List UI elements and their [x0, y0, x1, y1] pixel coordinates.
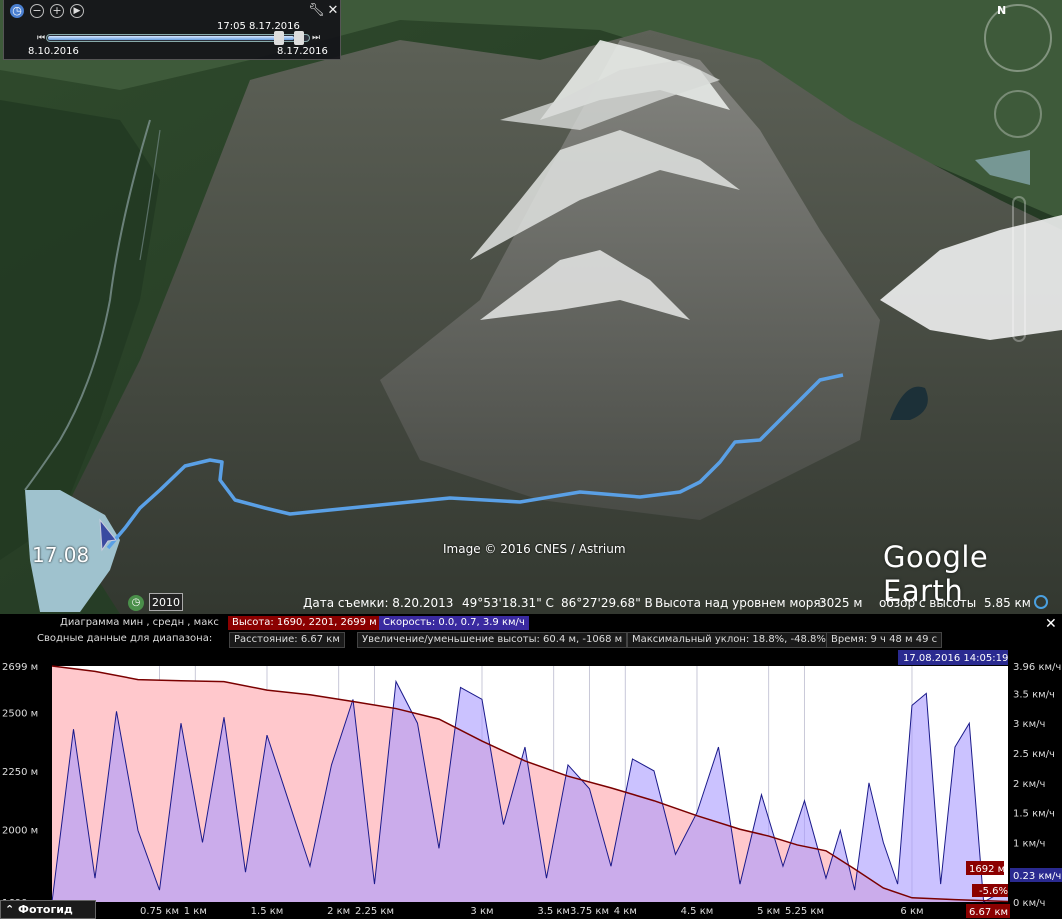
terrain-view[interactable]	[0, 0, 1062, 614]
close-icon[interactable]: ✕	[326, 4, 340, 18]
status-bar: Дата съемки: 8.20.2013 49°53'18.31" С 86…	[0, 594, 1062, 614]
time-slider-end-handle[interactable]	[294, 31, 304, 45]
x-tick: 4 км	[614, 906, 637, 917]
y-right-tick: 2.5 км/ч	[1013, 749, 1055, 760]
zoom-slider[interactable]	[1012, 196, 1026, 342]
y-left-tick: 2500 м	[2, 709, 38, 720]
time-start-label: 8.10.2016	[28, 46, 79, 57]
x-tick: 3.5 км	[537, 906, 570, 917]
earth-viewport[interactable]: ◷ − + ▶ 🔧︎ ✕ 17:05 8.17.2016 ⏮ ⏭ 8.10.20…	[0, 0, 1062, 614]
legend-elevation[interactable]: Высота: 1690, 2201, 2699 м	[228, 616, 381, 630]
track-label[interactable]: 17.08	[32, 543, 89, 567]
elevation-profile-panel: ✕ Диаграмма мин , средн , макс Высота: 1…	[0, 614, 1062, 919]
y-axis-left: 2699 м2500 м2250 м2000 м1690 м	[2, 662, 38, 909]
x-tick: 2.25 км	[355, 906, 394, 917]
longitude: 86°27'29.68" В	[561, 596, 653, 610]
y-left-tick: 2699 м	[2, 662, 38, 673]
imagery-date: Дата съемки: 8.20.2013	[303, 596, 454, 610]
zoom-in-time-icon[interactable]: +	[50, 4, 64, 18]
elevation-label: Высота над уровнем моря:	[655, 596, 825, 610]
y-right-tick: 2 км/ч	[1013, 779, 1045, 790]
y-right-tick: 0 км/ч	[1013, 898, 1045, 909]
x-tick: 2 км	[327, 906, 350, 917]
summary-label: Сводные данные для диапазона:	[37, 633, 213, 644]
y-right-tick: 3 км/ч	[1013, 719, 1045, 730]
x-tick: 3 км	[470, 906, 493, 917]
x-tick: 6 км	[900, 906, 923, 917]
step-forward-icon[interactable]: ⏭	[312, 33, 320, 43]
close-profile-icon[interactable]: ✕	[1045, 616, 1057, 632]
globe-icon[interactable]	[1034, 595, 1048, 609]
eye-altitude-label: обзор с высоты	[879, 596, 977, 610]
x-tick: 5.25 км	[785, 906, 824, 917]
move-joystick[interactable]	[994, 90, 1042, 138]
play-icon[interactable]: ▶	[70, 4, 84, 18]
eye-altitude-value: 5.85 км	[984, 596, 1031, 610]
y-left-tick: 2000 м	[2, 825, 38, 836]
photo-guide-tab[interactable]: ⌃ Фотогид	[0, 900, 96, 919]
x-tick: 1.5 км	[251, 906, 284, 917]
look-joystick[interactable]	[984, 4, 1052, 72]
time-slider-fill	[48, 36, 295, 40]
y-right-tick: 3.96 км/ч	[1013, 662, 1061, 673]
north-icon[interactable]: N	[997, 4, 1006, 17]
time-slider-start-handle[interactable]	[274, 31, 284, 45]
imagery-copyright: Image © 2016 CNES / Astrium	[443, 542, 626, 556]
latitude: 49°53'18.31" С	[462, 596, 554, 610]
summary-row: Сводные данные для диапазона: Расстояние…	[0, 631, 1040, 648]
elevation-speed-chart[interactable]: 2699 м2500 м2250 м2000 м1690 м 3.96 км/ч…	[0, 646, 1062, 919]
wrench-icon[interactable]: 🔧︎	[308, 4, 325, 18]
time-slider-panel: ◷ − + ▶ 🔧︎ ✕ 17:05 8.17.2016 ⏮ ⏭ 8.10.20…	[3, 0, 341, 60]
legend-row: Диаграмма мин , средн , макс Высота: 169…	[0, 615, 1040, 631]
cursor-speed: 0.23 км/ч	[1013, 871, 1061, 882]
x-axis: 0.75 км 1 км 1.5 км 2 км 2.25 км 3 км 3.5 км 3.…	[140, 906, 924, 917]
y-right-tick: 3.5 км/ч	[1013, 689, 1055, 700]
zoom-out-time-icon[interactable]: −	[30, 4, 44, 18]
x-tick: 4.5 км	[681, 906, 714, 917]
cursor-elevation: 1692 м	[969, 864, 1005, 875]
timestamp-label: 17.08.2016 14:05:19	[903, 653, 1008, 664]
x-tick: 5 км	[757, 906, 780, 917]
clock-icon[interactable]: ◷	[10, 4, 24, 18]
legend-speed[interactable]: Скорость: 0.0, 0.7, 3.9 км/ч	[379, 616, 529, 630]
y-left-tick: 2250 м	[2, 767, 38, 778]
cursor-distance: 6.67 км	[969, 907, 1008, 918]
x-tick: 1 км	[184, 906, 207, 917]
time-end-label: 8.17.2016	[277, 46, 328, 57]
x-tick: 3.75 км	[570, 906, 609, 917]
legend-label: Диаграмма мин , средн , макс	[60, 617, 219, 628]
y-right-tick: 1 км/ч	[1013, 838, 1045, 849]
elevation-value: 3025 м	[819, 596, 863, 610]
x-tick: 0.75 км	[140, 906, 179, 917]
time-slider-track[interactable]	[46, 34, 310, 42]
step-back-icon[interactable]: ⏮	[37, 33, 45, 43]
cursor-slope: -5.6%	[979, 886, 1008, 897]
photo-guide-label: Фотогид	[18, 903, 73, 916]
y-right-tick: 1.5 км/ч	[1013, 809, 1055, 820]
time-current-label: 17:05 8.17.2016	[217, 21, 300, 32]
